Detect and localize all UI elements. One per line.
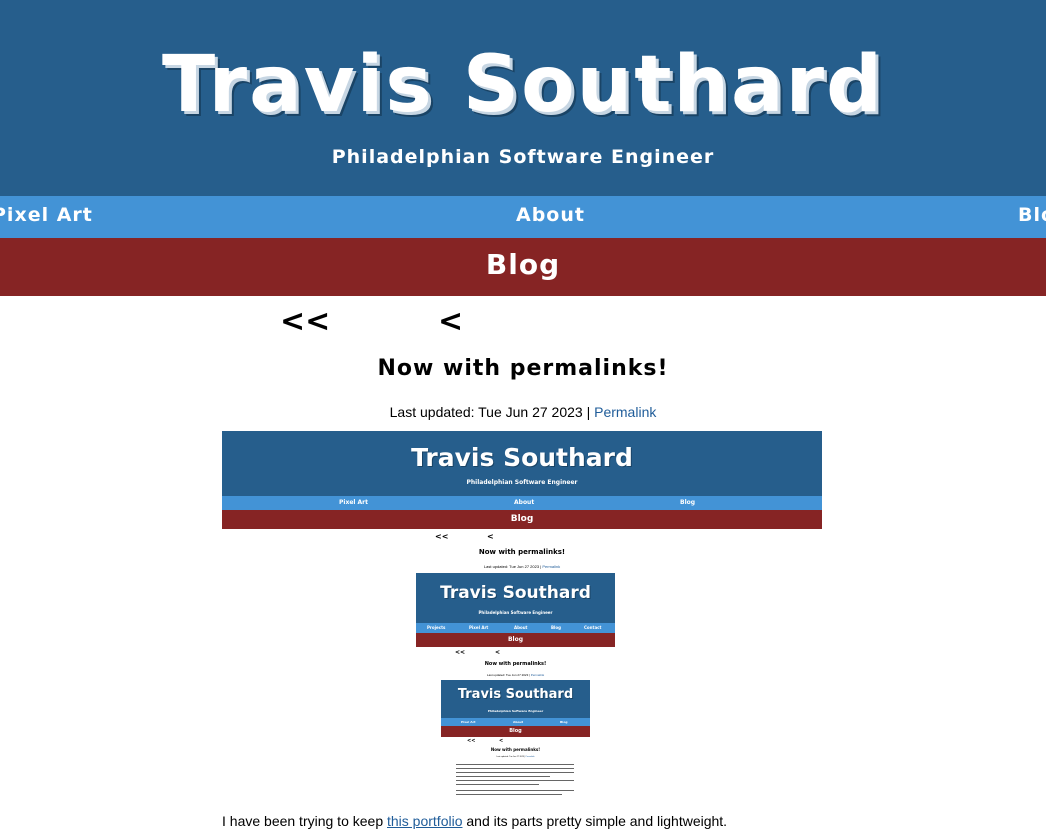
portfolio-link[interactable]: this portfolio bbox=[387, 813, 462, 829]
screenshot-innermost-banner: Blog bbox=[441, 726, 590, 737]
screenshot-innermost-permalink: Permalink bbox=[525, 756, 535, 758]
screenshot-inner-pager-prev: < bbox=[495, 649, 501, 656]
post-date: Last updated: Tue Jun 27 2023 | bbox=[389, 404, 595, 420]
screenshot-inner-site-title: Travis Southard bbox=[440, 583, 591, 603]
permalink-link[interactable]: Permalink bbox=[594, 404, 656, 420]
site-header: Travis Southard Philadelphian Software E… bbox=[0, 0, 1046, 196]
screenshot-image: Travis Southard Philadelphian Software E… bbox=[222, 431, 822, 801]
screenshot-innermost-post-date: Last updated: Tue Jun 27 2023 | bbox=[496, 756, 526, 758]
pager-prev-button[interactable]: < bbox=[438, 304, 463, 339]
screenshot-site-subtitle: Philadelphian Software Engineer bbox=[466, 479, 578, 486]
screenshot-post-date: Last updated: Tue Jun 27 2023 | bbox=[483, 564, 543, 569]
screenshot-nav: Pixel Art About Blog bbox=[222, 496, 822, 510]
screenshot-innermost-nav-item: About bbox=[513, 720, 524, 724]
screenshot-innermost-post-title: Now with permalinks! bbox=[490, 747, 541, 752]
screenshot-inner-image: Travis Southard Philadelphian Software E… bbox=[416, 573, 615, 801]
main-nav: Pixel Art About Blog bbox=[0, 196, 1046, 238]
nav-item-blog[interactable]: Blog bbox=[1018, 204, 1046, 226]
site-title[interactable]: Travis Southard bbox=[0, 40, 1046, 130]
screenshot-site-title: Travis Southard bbox=[411, 443, 633, 472]
screenshot-innermost-nav-item: Pixel Art bbox=[461, 720, 476, 724]
post-meta: Last updated: Tue Jun 27 2023 | Permalin… bbox=[0, 404, 1046, 420]
screenshot-innermost-pager-first: << bbox=[467, 738, 476, 744]
screenshot-inner-nav-item: Contact bbox=[584, 625, 602, 630]
screenshot-innermost-nav-item: Blog bbox=[560, 720, 568, 724]
screenshot-inner-post-meta: Last updated: Tue Jun 27 2023 | Permalin… bbox=[416, 673, 615, 677]
screenshot-pager-prev: < bbox=[487, 532, 494, 541]
post-body-text: I have been trying to keep bbox=[222, 813, 387, 829]
screenshot-pager-first: << bbox=[435, 532, 449, 541]
screenshot-inner-nav-item: About bbox=[514, 625, 528, 630]
screenshot-permalink: Permalink bbox=[542, 564, 561, 569]
page-banner-title: Blog bbox=[485, 248, 561, 281]
screenshot-inner-nav-item: Projects bbox=[427, 625, 446, 630]
screenshot-innermost-body bbox=[456, 764, 574, 798]
post-title: Now with permalinks! bbox=[377, 356, 669, 381]
screenshot-inner-nav: Projects Pixel Art About Blog Contact bbox=[416, 623, 615, 633]
screenshot-inner-pager-first: << bbox=[455, 649, 466, 656]
screenshot-inner-permalink: Permalink bbox=[530, 673, 545, 677]
screenshot-innermost-pager-prev: < bbox=[499, 738, 504, 744]
post-body: I have been trying to keep this portfoli… bbox=[222, 812, 832, 830]
screenshot-post-title: Now with permalinks! bbox=[478, 548, 566, 556]
screenshot-inner-banner: Blog bbox=[416, 633, 615, 647]
screenshot-inner-nav-item: Blog bbox=[551, 625, 562, 630]
pager-first-button[interactable]: << bbox=[280, 304, 330, 339]
screenshot-inner-post-date: Last updated: Tue Jun 27 2023 | bbox=[486, 673, 531, 677]
screenshot-innermost-site-subtitle: Philadelphian Software Engineer bbox=[487, 709, 544, 713]
screenshot-nav-item: Blog bbox=[680, 499, 696, 506]
site-subtitle: Philadelphian Software Engineer bbox=[331, 146, 715, 168]
screenshot-inner-site-subtitle: Philadelphian Software Engineer bbox=[478, 610, 553, 615]
screenshot-nav-item: Pixel Art bbox=[339, 499, 369, 506]
nav-item-about[interactable]: About bbox=[516, 204, 585, 226]
screenshot-nav-item: About bbox=[514, 499, 535, 506]
post-body-text-end: and its parts pretty simple and lightwei… bbox=[462, 813, 728, 829]
screenshot-innermost-nav: Pixel Art About Blog bbox=[441, 718, 590, 726]
page-banner: Blog bbox=[0, 238, 1046, 296]
nav-item-pixel-art[interactable]: Pixel Art bbox=[0, 204, 93, 226]
screenshot-inner-post-title: Now with permalinks! bbox=[484, 661, 547, 667]
screenshot-banner: Blog bbox=[222, 510, 822, 529]
screenshot-innermost-image: Travis Southard Philadelphian Software E… bbox=[441, 680, 590, 801]
screenshot-post-meta: Last updated: Tue Jun 27 2023 | Permalin… bbox=[222, 564, 822, 569]
screenshot-innermost-post-meta: Last updated: Tue Jun 27 2023 | Permalin… bbox=[441, 756, 590, 758]
screenshot-inner-nav-item: Pixel Art bbox=[469, 625, 489, 630]
screenshot-innermost-site-title: Travis Southard bbox=[457, 687, 574, 702]
